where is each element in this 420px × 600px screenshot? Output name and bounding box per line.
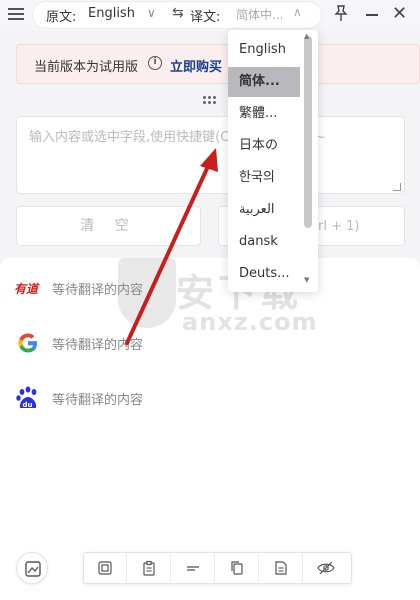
copy-source-button[interactable] [83,552,127,584]
format-button[interactable] [171,552,215,584]
paste-icon [143,560,155,576]
dropdown-option[interactable]: 한국의 [228,163,300,193]
dropdown-option[interactable]: العربية [228,195,300,225]
dropdown-option[interactable]: Deuts... [228,259,300,289]
screenshot-ocr-button[interactable] [16,552,48,584]
dropdown-scrollbar[interactable] [304,36,312,228]
pin-icon[interactable] [332,4,350,24]
dropdown-option[interactable]: dansk [228,227,300,257]
source-language-label: 原文: [46,10,77,25]
eye-off-icon [317,561,335,575]
trial-banner-text: 当前版本为试用版 [34,60,139,75]
result-text-baidu: 等待翻译的内容 [52,393,144,408]
close-icon[interactable]: ✕ [392,4,407,24]
watermark-url: anxz.com [182,308,318,336]
buy-now-link[interactable]: 立即购买 [170,56,222,75]
dropdown-option[interactable]: 繁體... [228,99,300,129]
svg-text:du: du [23,401,33,409]
baidu-logo-icon: du [16,386,37,409]
watermark-shield [118,258,176,328]
hide-button[interactable] [303,552,347,584]
scroll-down-icon[interactable]: ▼ [304,276,309,284]
dropdown-option[interactable]: English [228,35,300,65]
dropdown-option-selected[interactable]: 简体... [228,67,300,97]
resize-grip-icon[interactable] [393,183,401,191]
chevron-up-icon[interactable]: ∧ [293,5,302,19]
minimize-icon[interactable] [366,14,378,16]
svg-text:有道: 有道 [14,282,40,296]
drag-handle-icon[interactable] [203,96,217,106]
document-icon [275,561,287,575]
swap-icon[interactable]: ⇆ [172,5,184,21]
copy-icon [98,561,112,575]
paste-button[interactable] [127,552,171,584]
scroll-up-icon[interactable]: ▲ [304,32,309,40]
source-language-select[interactable]: English [88,6,135,21]
image-icon [25,561,41,577]
translate-button-label: rl + 1) [318,219,360,234]
dropdown-option[interactable]: 日本の [228,131,300,161]
clear-button[interactable]: 清 空 [16,206,201,246]
duplicate-button[interactable] [215,552,259,584]
info-icon[interactable]: i [148,56,162,70]
target-language-select[interactable]: 简体中... [236,6,283,23]
youdao-logo-icon: 有道 [14,282,40,296]
target-language-label: 译文: [190,10,221,25]
format-icon [187,566,199,571]
document-button[interactable] [259,552,303,584]
duplicate-icon [231,561,243,575]
result-row-baidu: du 等待翻译的内容 [14,384,314,412]
input-placeholder: 输入内容或选中字段,使用快捷键(Ctrl + 1)翻译吧~ [29,130,326,145]
result-text-google: 等待翻译的内容 [52,338,144,353]
menu-icon[interactable] [8,6,24,22]
chevron-down-icon[interactable]: ∨ [147,6,156,20]
google-logo-icon [18,333,37,353]
